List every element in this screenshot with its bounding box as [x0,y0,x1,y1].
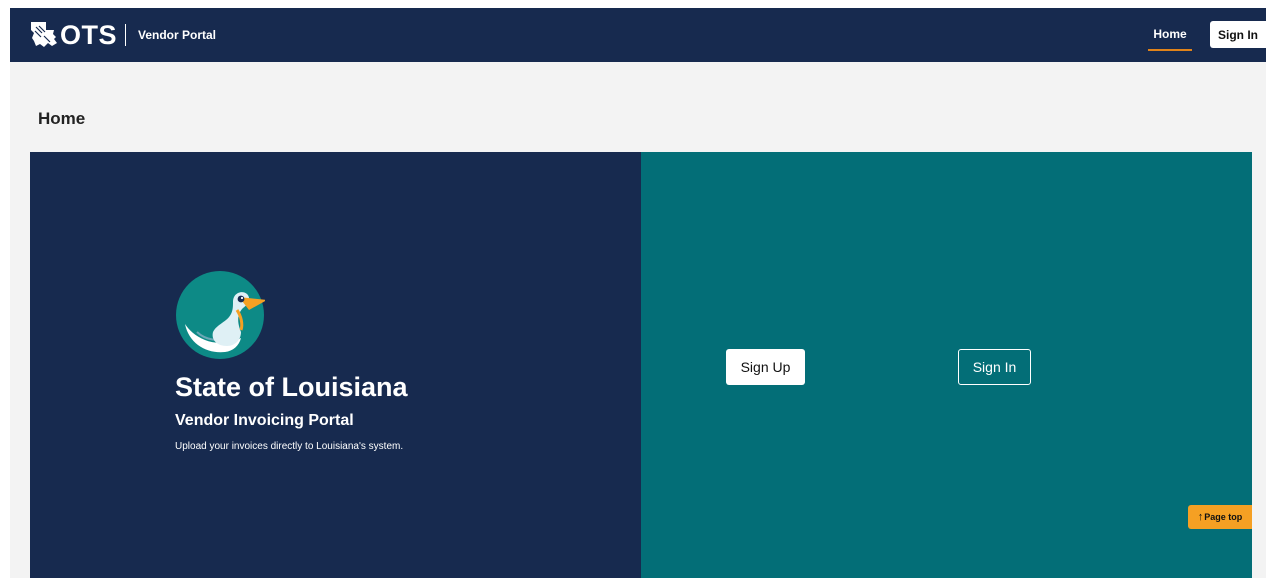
hero-actions-panel: Sign Up Sign In [641,152,1252,578]
pelican-logo-icon [176,271,265,359]
louisiana-state-icon [31,22,57,47]
portal-name: Vendor Portal [138,28,217,42]
hero-info-panel: State of Louisiana Vendor Invoicing Port… [30,152,641,578]
hero-subtitle: Vendor Invoicing Portal [175,412,354,429]
page-top-button[interactable]: ↑ Page top [1188,505,1252,529]
sign-up-button[interactable]: Sign Up [726,349,805,385]
hero-description: Upload your invoices directly to Louisia… [175,441,404,452]
hero-title: State of Louisiana [175,372,408,402]
nav-home-label: Home [1153,27,1187,41]
ots-logo[interactable]: OTS [30,20,117,50]
active-nav-indicator [1148,49,1192,51]
top-navbar: OTS Vendor Portal Home Sign In [10,8,1266,62]
browser-viewport: OTS Vendor Portal Home Sign In Home Stat… [10,8,1266,578]
arrow-up-icon: ↑ [1197,511,1204,523]
page-top-label: Page top [1204,512,1243,522]
nav-home-link[interactable]: Home [1148,26,1192,54]
logo-text: OTS [60,20,118,50]
header-sign-in-button[interactable]: Sign In [1210,21,1266,48]
hero-sign-in-button[interactable]: Sign In [958,349,1031,385]
page-title: Home [38,109,86,128]
logo-divider [125,24,126,46]
